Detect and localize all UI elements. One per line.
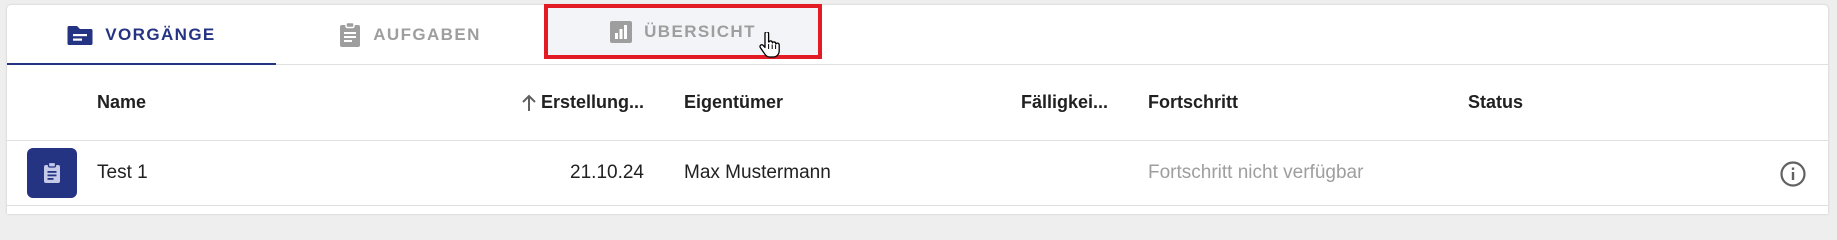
bar-chart-icon xyxy=(610,21,633,43)
tab-label: AUFGABEN xyxy=(373,24,481,44)
table-row[interactable]: Test 1 21.10.24 Max Mustermann Fortschri… xyxy=(7,141,1828,206)
clipboard-icon xyxy=(339,21,361,48)
column-header-fortschritt[interactable]: Fortschritt xyxy=(1148,65,1238,140)
table-header: Name Erstellung... Eigentümer Fälligkei.… xyxy=(7,65,1828,141)
clipboard-icon xyxy=(27,148,77,198)
column-header-eigentuemer[interactable]: Eigentümer xyxy=(684,65,783,140)
sort-arrow-up-icon xyxy=(521,94,537,112)
tab-label: VORGÄNGE xyxy=(105,24,216,44)
folder-icon xyxy=(67,24,93,46)
hand-pointer-cursor-icon xyxy=(758,31,780,58)
info-icon[interactable] xyxy=(1779,160,1807,188)
cell-progress: Fortschritt nicht verfügbar xyxy=(1148,162,1364,183)
column-header-status[interactable]: Status xyxy=(1468,65,1523,140)
tab-aufgaben[interactable]: AUFGABEN xyxy=(276,5,544,64)
cell-created: 21.10.24 xyxy=(570,162,644,183)
tab-vorgaenge[interactable]: VORGÄNGE xyxy=(7,5,276,65)
cell-owner: Max Mustermann xyxy=(684,162,831,183)
column-header-erstellung[interactable]: Erstellung... xyxy=(437,65,644,140)
column-header-faelligkeit[interactable]: Fälligkei... xyxy=(1021,65,1108,140)
column-header-name[interactable]: Name xyxy=(97,65,146,140)
process-list-card: VORGÄNGE AUFGABEN ÜBERSICHT Name Erstell… xyxy=(7,4,1828,214)
tab-label: ÜBERSICHT xyxy=(644,22,756,41)
tab-bar: VORGÄNGE AUFGABEN ÜBERSICHT xyxy=(7,4,1828,65)
cell-name: Test 1 xyxy=(97,162,148,183)
